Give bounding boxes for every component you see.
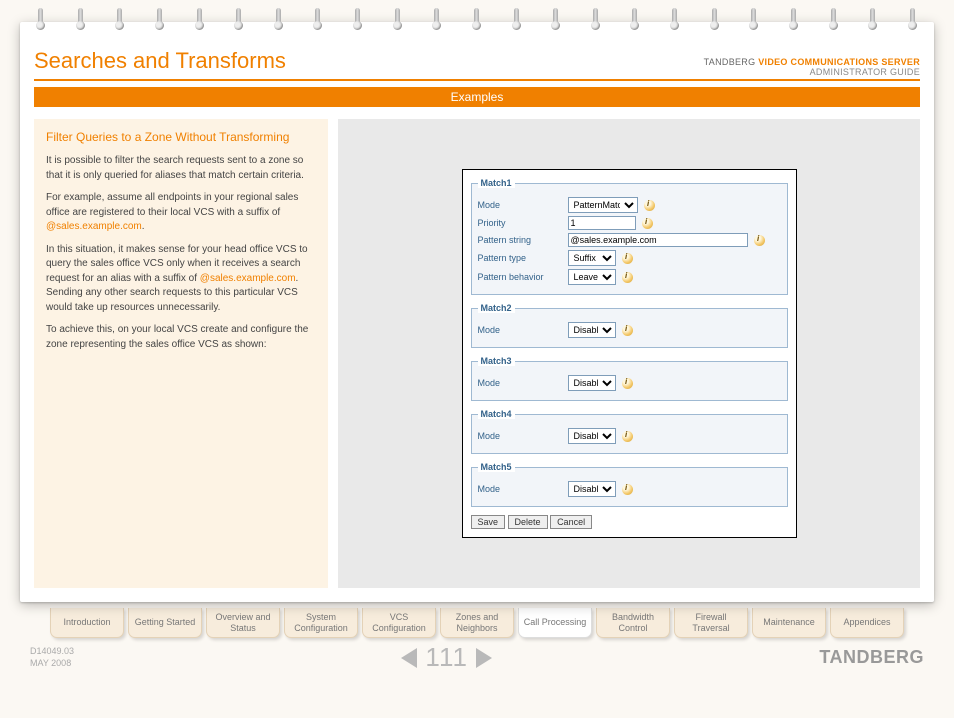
save-button[interactable]: Save <box>471 515 506 529</box>
link-sales-example-1[interactable]: @sales.example.com <box>46 221 142 232</box>
info-icon[interactable] <box>622 325 633 336</box>
tab-getting-started[interactable]: Getting Started <box>128 608 202 638</box>
pager: 111 <box>401 642 492 673</box>
tab-bandwidth-control[interactable]: Bandwidth Control <box>596 608 670 638</box>
delete-button[interactable]: Delete <box>508 515 548 529</box>
tab-zones-neighbors[interactable]: Zones and Neighbors <box>440 608 514 638</box>
info-icon[interactable] <box>622 378 633 389</box>
screenshot-panel: Match1 Mode PatternMatch Priority <box>338 119 920 588</box>
cancel-button[interactable]: Cancel <box>550 515 592 529</box>
tab-maintenance[interactable]: Maintenance <box>752 608 826 638</box>
sidebar-p4: To achieve this, on your local VCS creat… <box>46 323 316 352</box>
match2-mode-label: Mode <box>478 325 568 335</box>
match5-mode-select[interactable]: Disabled <box>568 481 616 497</box>
match1-pbehavior-label: Pattern behavior <box>478 272 568 282</box>
info-icon[interactable] <box>622 272 633 283</box>
header-product: VIDEO COMMUNICATIONS SERVER <box>758 57 920 67</box>
match2-mode-select[interactable]: Disabled <box>568 322 616 338</box>
match1-ptype-label: Pattern type <box>478 253 568 263</box>
nav-tabs: Introduction Getting Started Overview an… <box>26 608 928 638</box>
match4-fieldset: Match4 Mode Disabled <box>471 409 788 454</box>
match4-legend: Match4 <box>478 409 515 419</box>
link-sales-example-2[interactable]: @sales.example.com <box>200 273 296 284</box>
prev-page-icon[interactable] <box>401 648 417 668</box>
doc-date: MAY 2008 <box>30 658 74 670</box>
page-number: 111 <box>425 642 468 673</box>
doc-id: D14049.03 <box>30 646 74 658</box>
section-bar: Examples <box>34 87 920 107</box>
info-icon[interactable] <box>642 218 653 229</box>
match4-mode-label: Mode <box>478 431 568 441</box>
page-title: Searches and Transforms <box>34 48 286 74</box>
footer-brand-logo: TANDBERG <box>819 647 924 668</box>
sidebar-p3: In this situation, it makes sense for yo… <box>46 243 316 316</box>
match1-pstring-label: Pattern string <box>478 235 568 245</box>
match2-fieldset: Match2 Mode Disabled <box>471 303 788 348</box>
page-sheet: Searches and Transforms TANDBERG VIDEO C… <box>20 22 934 602</box>
sidebar-p2: For example, assume all endpoints in you… <box>46 191 316 235</box>
match1-mode-select[interactable]: PatternMatch <box>568 197 638 213</box>
tab-firewall-traversal[interactable]: Firewall Traversal <box>674 608 748 638</box>
match1-ptype-select[interactable]: Suffix <box>568 250 616 266</box>
orange-rule <box>34 79 920 81</box>
match3-mode-select[interactable]: Disabled <box>568 375 616 391</box>
sidebar-title: Filter Queries to a Zone Without Transfo… <box>46 129 316 146</box>
match2-legend: Match2 <box>478 303 515 313</box>
info-icon[interactable] <box>622 484 633 495</box>
match4-mode-select[interactable]: Disabled <box>568 428 616 444</box>
match3-fieldset: Match3 Mode Disabled <box>471 356 788 401</box>
spiral-binding <box>20 8 934 30</box>
match3-mode-label: Mode <box>478 378 568 388</box>
match1-pbehavior-select[interactable]: Leave <box>568 269 616 285</box>
sidebar-p1: It is possible to filter the search requ… <box>46 154 316 183</box>
match1-mode-label: Mode <box>478 200 568 210</box>
tab-system-config[interactable]: System Configuration <box>284 608 358 638</box>
header-right: TANDBERG VIDEO COMMUNICATIONS SERVER ADM… <box>704 57 920 77</box>
info-icon[interactable] <box>622 431 633 442</box>
match1-priority-input[interactable] <box>568 216 636 230</box>
match1-priority-label: Priority <box>478 218 568 228</box>
tab-vcs-config[interactable]: VCS Configuration <box>362 608 436 638</box>
match5-fieldset: Match5 Mode Disabled <box>471 462 788 507</box>
next-page-icon[interactable] <box>476 648 492 668</box>
info-icon[interactable] <box>754 235 765 246</box>
tab-appendices[interactable]: Appendices <box>830 608 904 638</box>
match5-legend: Match5 <box>478 462 515 472</box>
explanation-panel: Filter Queries to a Zone Without Transfo… <box>34 119 328 588</box>
info-icon[interactable] <box>644 200 655 211</box>
config-panel: Match1 Mode PatternMatch Priority <box>462 169 797 538</box>
header-subtitle: ADMINISTRATOR GUIDE <box>704 67 920 77</box>
info-icon[interactable] <box>622 253 633 264</box>
tab-introduction[interactable]: Introduction <box>50 608 124 638</box>
match5-mode-label: Mode <box>478 484 568 494</box>
match3-legend: Match3 <box>478 356 515 366</box>
tab-overview-status[interactable]: Overview and Status <box>206 608 280 638</box>
doc-meta: D14049.03 MAY 2008 <box>30 646 74 669</box>
match1-fieldset: Match1 Mode PatternMatch Priority <box>471 178 788 295</box>
match1-legend: Match1 <box>478 178 515 188</box>
header-brand: TANDBERG <box>704 57 756 67</box>
match1-pstring-input[interactable] <box>568 233 748 247</box>
tab-call-processing[interactable]: Call Processing <box>518 608 592 638</box>
